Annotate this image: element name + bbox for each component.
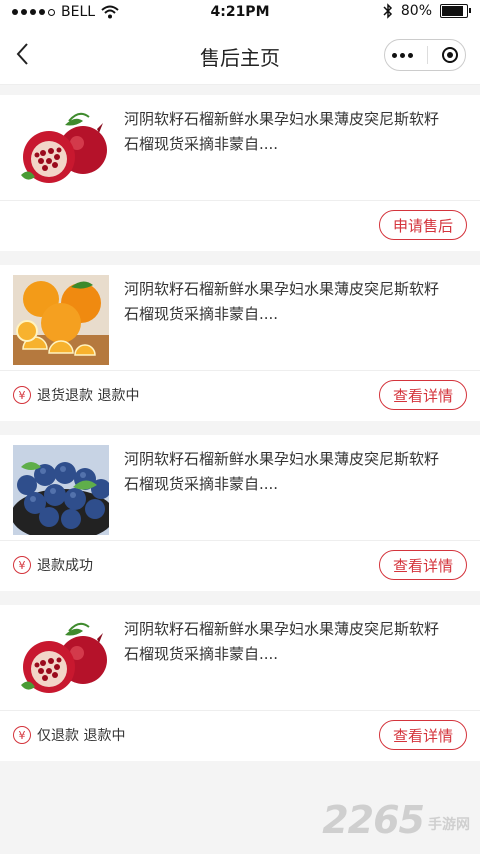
order-card-info: 河阴软籽石榴新鲜水果孕妇水果薄皮突尼斯软籽石榴现货采摘非蒙自.... [0, 95, 480, 201]
order-card[interactable]: 河阴软籽石榴新鲜水果孕妇水果薄皮突尼斯软籽石榴现货采摘非蒙自.... ¥ 仅退款 退… [0, 605, 480, 761]
blueberry-thumbnail[interactable] [13, 445, 109, 535]
apply-after-sale-button[interactable]: 申请售后 [379, 210, 467, 240]
order-card-actions: ¥ 退款成功 查看详情 [0, 541, 480, 591]
view-details-button[interactable]: 查看详情 [379, 380, 467, 410]
more-icon[interactable] [392, 52, 413, 58]
refund-status-label: 退款成功 [37, 558, 93, 574]
bluetooth-icon [383, 3, 392, 19]
order-card-info: 河阴软籽石榴新鲜水果孕妇水果薄皮突尼斯软籽石榴现货采摘非蒙自.... [0, 265, 480, 371]
order-card-info: 河阴软籽石榴新鲜水果孕妇水果薄皮突尼斯软籽石榴现货采摘非蒙自.... [0, 605, 480, 711]
order-card-actions: ¥ 退货退款 退款中 查看详情 [0, 371, 480, 421]
refund-status-label: 仅退款 退款中 [37, 728, 126, 744]
battery-icon [440, 4, 471, 18]
close-target-icon[interactable] [442, 47, 458, 63]
battery-percent: 80% [400, 3, 432, 19]
order-card-actions: 申请售后 [0, 201, 480, 251]
pomegranate-thumbnail[interactable] [13, 105, 109, 195]
order-card[interactable]: 河阴软籽石榴新鲜水果孕妇水果薄皮突尼斯软籽石榴现货采摘非蒙自.... ¥ 退款成功 查… [0, 435, 480, 591]
order-card-actions: ¥ 仅退款 退款中 查看详情 [0, 711, 480, 761]
product-description: 河阴软籽石榴新鲜水果孕妇水果薄皮突尼斯软籽石榴现货采摘非蒙自.... [124, 450, 440, 493]
refund-yen-icon: ¥ [13, 556, 31, 574]
refund-status: ¥ 退货退款 退款中 [13, 385, 139, 405]
orange-thumbnail[interactable] [13, 275, 109, 365]
nav-bar: 售后主页 [0, 26, 480, 85]
after-sale-list: 河阴软籽石榴新鲜水果孕妇水果薄皮突尼斯软籽石榴现货采摘非蒙自.... 申请售后 河… [0, 95, 480, 761]
view-details-button[interactable]: 查看详情 [379, 550, 467, 580]
refund-status-label: 退货退款 退款中 [37, 388, 140, 404]
capsule-divider [427, 46, 428, 64]
product-description: 河阴软籽石榴新鲜水果孕妇水果薄皮突尼斯软籽石榴现货采摘非蒙自.... [124, 280, 440, 323]
order-card[interactable]: 河阴软籽石榴新鲜水果孕妇水果薄皮突尼斯软籽石榴现货采摘非蒙自.... 申请售后 [0, 95, 480, 251]
order-card-info: 河阴软籽石榴新鲜水果孕妇水果薄皮突尼斯软籽石榴现货采摘非蒙自.... [0, 435, 480, 541]
watermark-logo: 2265 手游网 [322, 798, 470, 842]
product-description: 河阴软籽石榴新鲜水果孕妇水果薄皮突尼斯软籽石榴现货采摘非蒙自.... [124, 620, 440, 663]
refund-yen-icon: ¥ [13, 726, 31, 744]
status-right: 80% [383, 3, 471, 19]
pomegranate-thumbnail[interactable] [13, 615, 109, 705]
view-details-button[interactable]: 查看详情 [379, 720, 467, 750]
order-card[interactable]: 河阴软籽石榴新鲜水果孕妇水果薄皮突尼斯软籽石榴现货采摘非蒙自.... ¥ 退货退款 … [0, 265, 480, 421]
status-bar: BELL 4:21PM 80% [0, 0, 480, 26]
refund-status: ¥ 退款成功 [13, 555, 93, 575]
refund-yen-icon: ¥ [13, 386, 31, 404]
refund-status: ¥ 仅退款 退款中 [13, 725, 125, 745]
product-description: 河阴软籽石榴新鲜水果孕妇水果薄皮突尼斯软籽石榴现货采摘非蒙自.... [124, 110, 440, 153]
mini-program-capsule [384, 39, 466, 71]
